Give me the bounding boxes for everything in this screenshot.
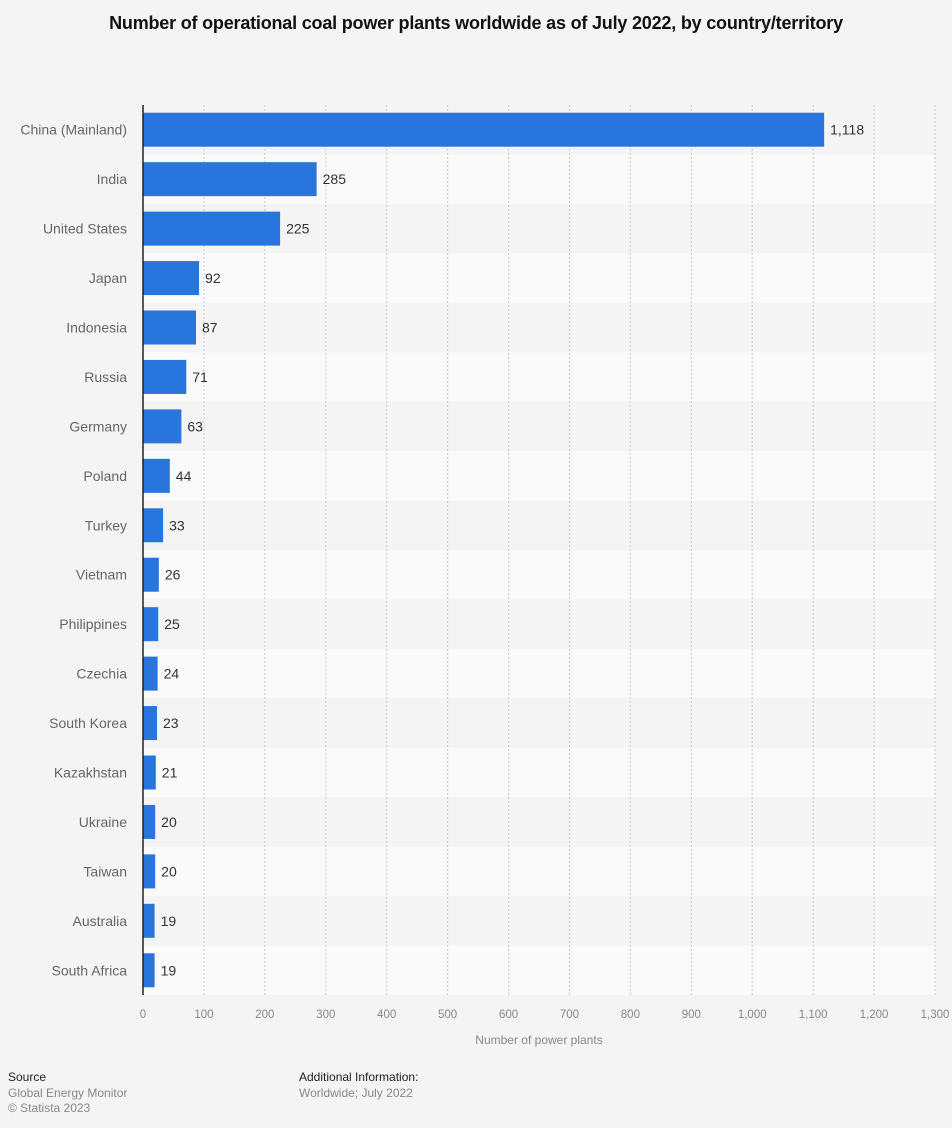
value-label: 63 (187, 418, 203, 434)
row-band (143, 451, 935, 501)
category-label: South Korea (49, 715, 127, 731)
category-label: Australia (73, 913, 128, 929)
value-label: 285 (323, 171, 347, 187)
category-label: Japan (89, 270, 127, 286)
bar[interactable] (143, 706, 158, 741)
value-label: 25 (164, 616, 180, 632)
bar[interactable] (143, 854, 156, 889)
row-band (143, 797, 935, 847)
category-label: Kazakhstan (54, 765, 127, 781)
bar[interactable] (143, 656, 158, 691)
x-tick-label: 900 (682, 1009, 701, 1021)
additional-info-text: Worldwide; July 2022 (299, 1085, 413, 1100)
value-label: 23 (163, 715, 179, 731)
x-tick-label: 400 (377, 1009, 396, 1021)
tick-labels: 0 100 200 300 400 500 600 700 800 900 1,000 1,100 1,… (140, 1009, 950, 1021)
row-band (143, 846, 935, 897)
bar[interactable] (143, 409, 182, 444)
value-label: 21 (162, 765, 178, 781)
bar[interactable] (143, 359, 187, 394)
bar-chart: China (Mainland) India United States Japan I… (20, 105, 950, 1047)
category-label: Poland (83, 468, 127, 484)
bar[interactable] (143, 903, 155, 938)
bar[interactable] (143, 261, 200, 296)
row-band (143, 550, 935, 600)
row-band (143, 896, 935, 946)
x-tick-label: 1,100 (799, 1009, 828, 1021)
row-band (143, 352, 935, 402)
value-label: 26 (165, 567, 181, 583)
row-band (143, 747, 935, 798)
x-tick-label: 1,000 (738, 1009, 767, 1021)
category-label: United States (43, 221, 127, 237)
bar[interactable] (143, 557, 159, 592)
row-band (143, 253, 935, 303)
bar[interactable] (143, 211, 281, 246)
row-band (143, 500, 935, 550)
row-band (143, 698, 935, 748)
category-labels: China (Mainland) India United States Japan I… (20, 122, 127, 979)
category-label: Indonesia (66, 320, 127, 336)
value-label: 1,118 (830, 122, 864, 138)
value-label: 19 (161, 962, 177, 978)
value-label: 44 (176, 468, 192, 484)
x-tick-label: 500 (438, 1009, 457, 1021)
row-band (143, 945, 935, 995)
x-tick-label: 1,300 (921, 1009, 950, 1021)
bar[interactable] (143, 458, 170, 493)
source-name: Global Energy Monitor (8, 1085, 128, 1100)
category-label: Ukraine (79, 814, 127, 830)
value-label: 71 (192, 369, 208, 385)
source-heading: Source (8, 1070, 47, 1084)
value-label: 20 (161, 863, 177, 879)
bar[interactable] (143, 607, 159, 642)
bar[interactable] (143, 508, 164, 543)
category-label: Czechia (76, 666, 127, 682)
category-label: India (97, 171, 128, 187)
source-block: Source Global Energy Monitor © Statista … (8, 1070, 127, 1117)
x-tick-label: 600 (499, 1009, 518, 1021)
category-label: Germany (69, 418, 127, 434)
category-label: Vietnam (76, 567, 127, 583)
value-label: 225 (286, 221, 310, 237)
value-label: 19 (161, 913, 177, 929)
category-label: Russia (84, 369, 127, 385)
bar[interactable] (143, 112, 825, 147)
additional-info-block: Additional Information: Worldwide; July … (299, 1070, 418, 1101)
category-label: Philippines (59, 616, 127, 632)
bar[interactable] (143, 804, 156, 839)
value-label: 92 (205, 270, 221, 286)
category-label: South Africa (52, 962, 128, 978)
bar[interactable] (143, 755, 156, 790)
category-label: Taiwan (83, 863, 127, 879)
bar[interactable] (143, 310, 197, 345)
value-label: 87 (202, 320, 218, 336)
bar[interactable] (143, 162, 317, 197)
x-axis-title: Number of power plants (475, 1033, 602, 1047)
bar[interactable] (143, 953, 155, 988)
x-tick-label: 100 (194, 1009, 213, 1021)
row-band (143, 401, 935, 452)
value-label: 33 (169, 517, 185, 533)
x-tick-label: 1,200 (860, 1009, 889, 1021)
x-tick-label: 700 (560, 1009, 579, 1021)
row-band (143, 648, 935, 699)
row-band (143, 599, 935, 649)
category-label: China (Mainland) (20, 122, 127, 138)
additional-info-heading: Additional Information: (299, 1070, 419, 1084)
value-label: 20 (161, 814, 177, 830)
x-tick-label: 0 (140, 1009, 146, 1021)
value-label: 24 (164, 666, 180, 682)
x-tick-label: 300 (316, 1009, 335, 1021)
row-band (143, 302, 935, 353)
category-label: Turkey (85, 517, 127, 533)
copyright: © Statista 2023 (8, 1101, 91, 1115)
x-tick-label: 800 (621, 1009, 640, 1021)
x-tick-label: 200 (255, 1009, 274, 1021)
